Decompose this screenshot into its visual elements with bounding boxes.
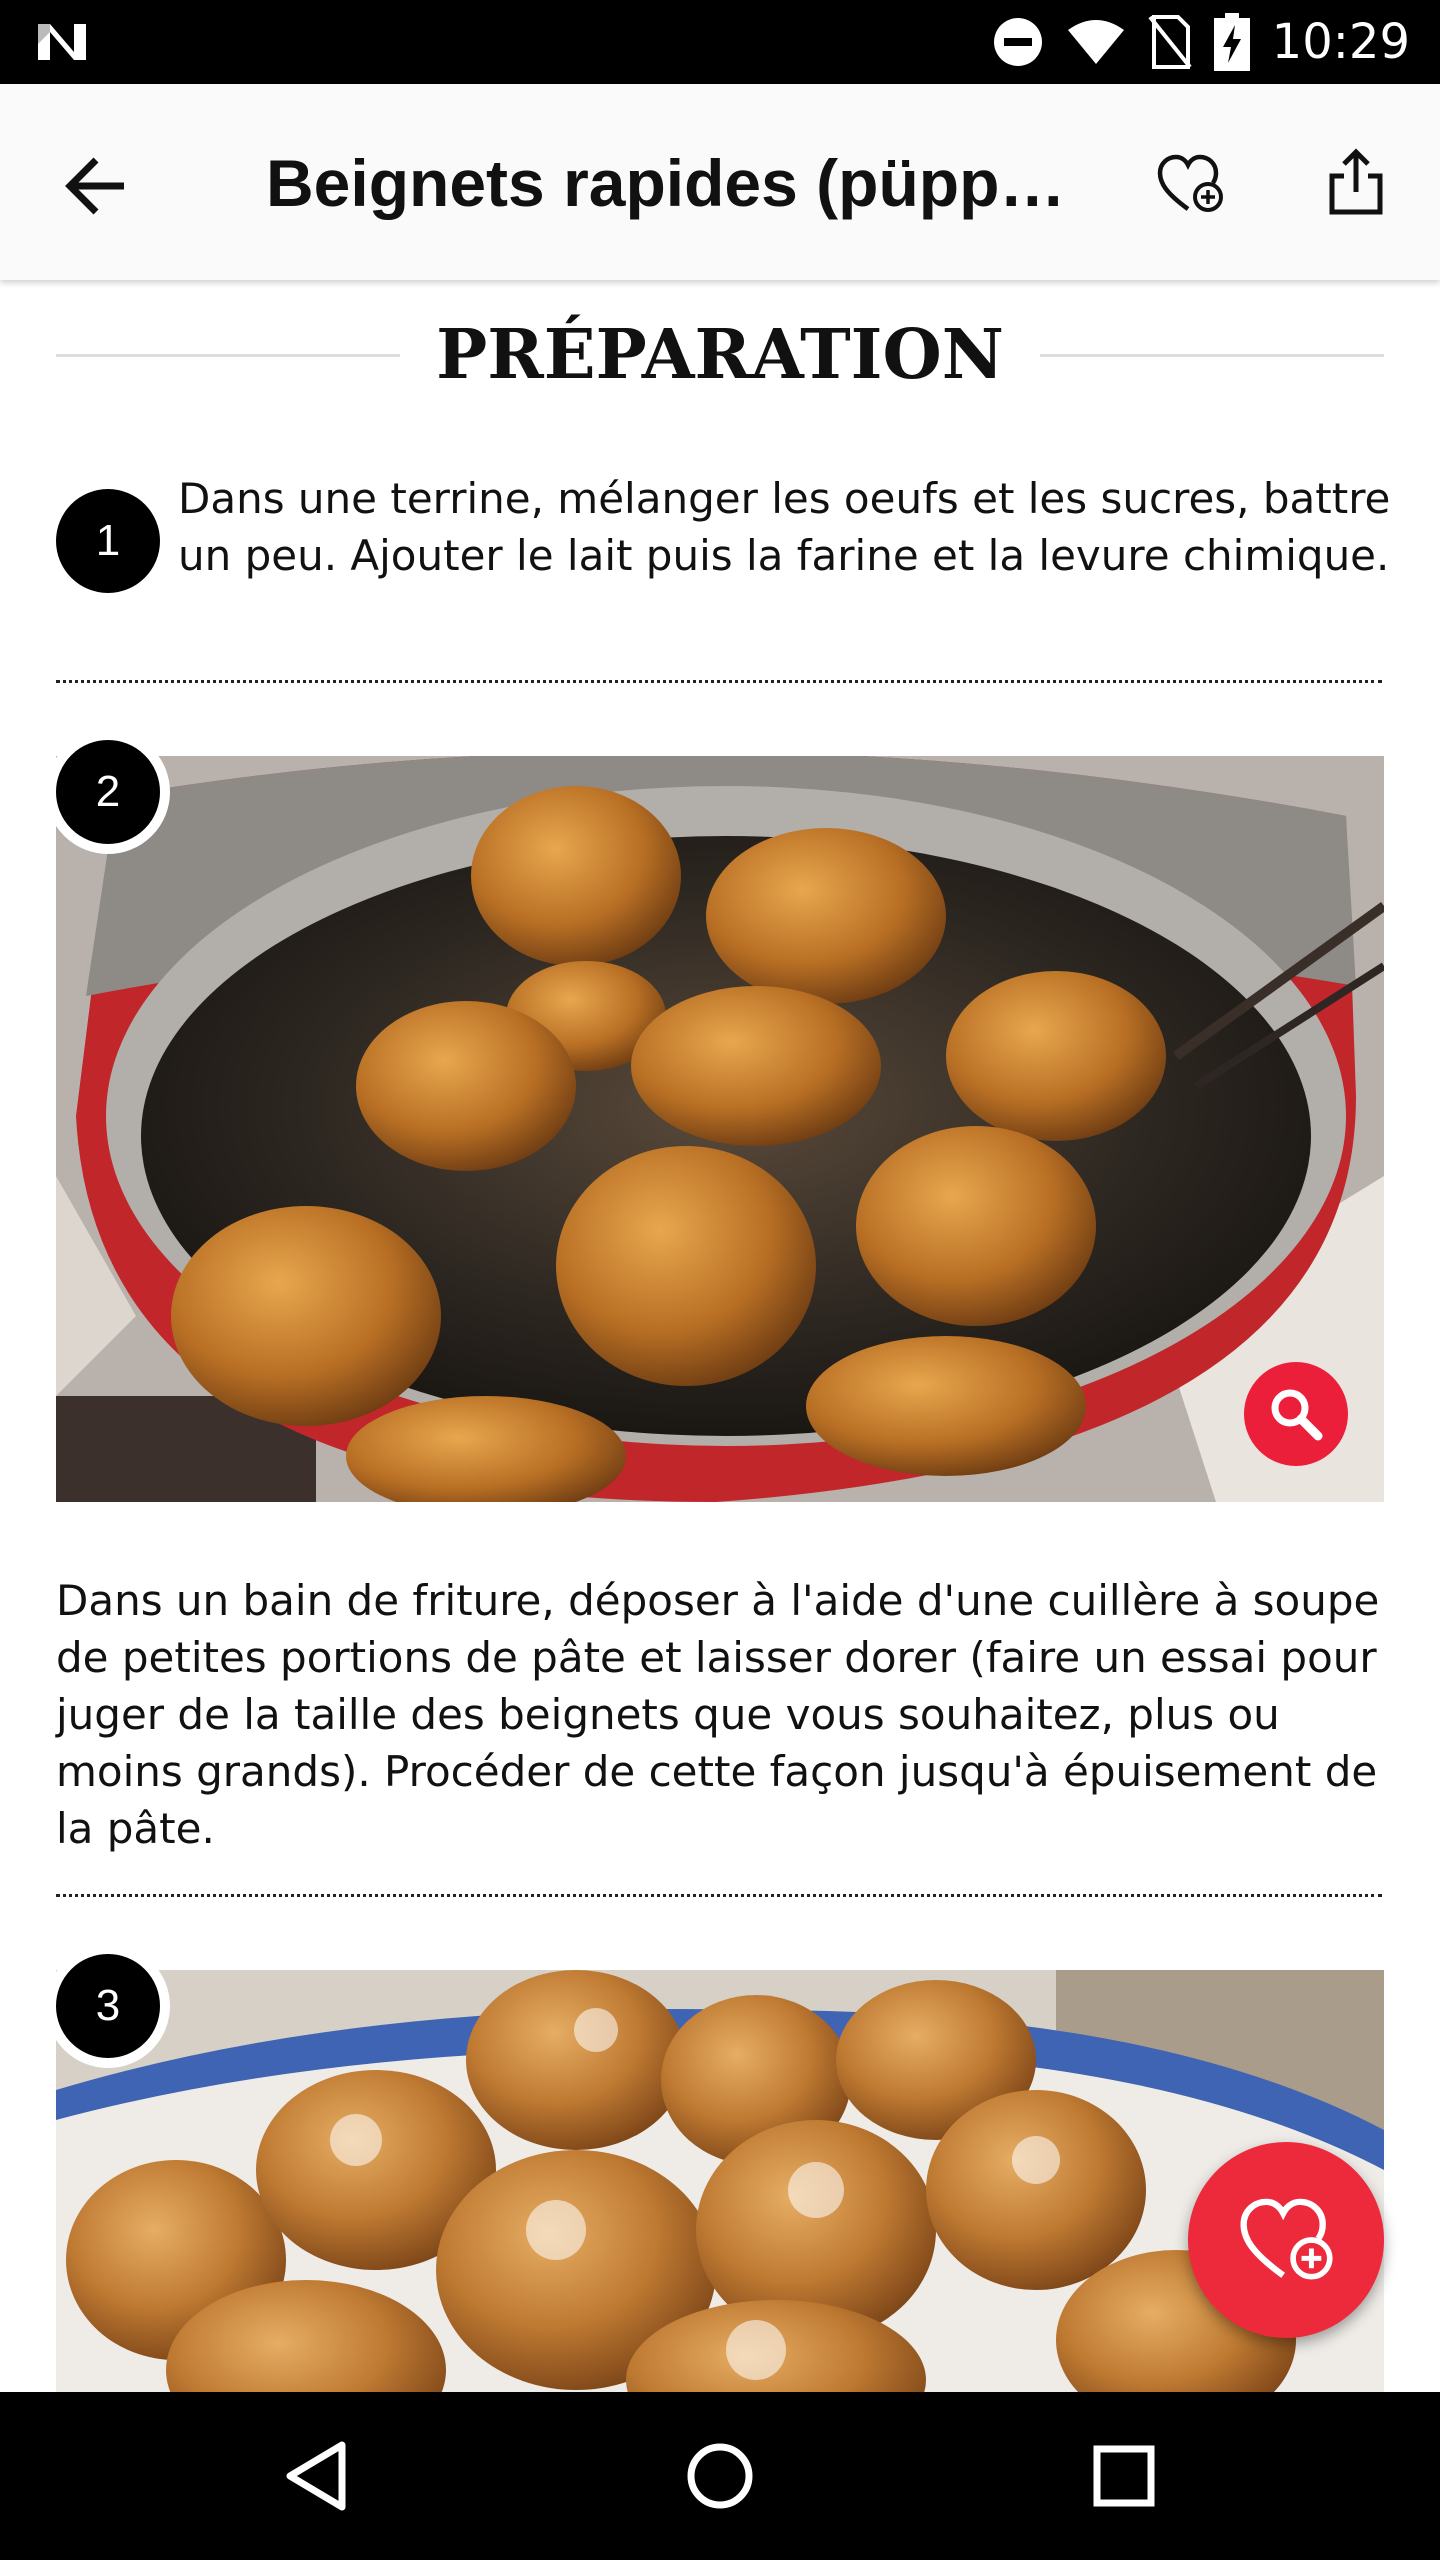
nav-back-button[interactable] [266, 2426, 366, 2526]
sugared-beignets-image [56, 1970, 1384, 2392]
page-title: Beignets rapides (püpper… [266, 146, 1096, 220]
home-circle-icon [687, 2443, 753, 2509]
step-photo[interactable] [56, 756, 1384, 1502]
step-number: 3 [46, 1944, 170, 2068]
back-triangle-icon [286, 2441, 346, 2511]
heading-rule-right [1039, 353, 1384, 357]
app-bar: Beignets rapides (püpper… [0, 84, 1440, 280]
favorite-fab[interactable] [1188, 2142, 1384, 2338]
step-divider [56, 680, 1382, 683]
arrow-back-icon [65, 157, 124, 215]
back-button[interactable] [56, 146, 136, 226]
wifi-icon [1067, 20, 1124, 64]
nav-recents-button[interactable] [1074, 2426, 1174, 2526]
magnifier-icon [1271, 1389, 1323, 1441]
step-number: 1 [56, 489, 160, 593]
nav-home-button[interactable] [670, 2426, 770, 2526]
step-divider [56, 1894, 1382, 1897]
heading-rule-left [56, 353, 401, 357]
battery-charging-icon [1213, 13, 1250, 71]
recents-square-icon [1093, 2445, 1155, 2507]
step-number: 2 [46, 730, 170, 854]
section-heading: PRÉPARATION [56, 310, 1384, 400]
share-icon [1329, 148, 1383, 215]
step-text: Dans un bain de friture, déposer à l'aid… [56, 1576, 1380, 1853]
system-nav-bar [0, 2392, 1440, 2560]
zoom-button[interactable] [1244, 1362, 1348, 1466]
share-button[interactable] [1316, 140, 1396, 224]
frying-beignets-image [56, 756, 1384, 1502]
step-text: Dans une terrine, mélanger les oeufs et … [178, 474, 1391, 580]
heart-plus-icon [1157, 154, 1223, 212]
add-favorite-button[interactable] [1150, 144, 1230, 224]
heart-plus-icon [1240, 2198, 1333, 2280]
status-bar: 10:29 [0, 0, 1440, 84]
dnd-icon [993, 18, 1042, 66]
clock: 10:29 [1271, 14, 1410, 70]
notification-n-icon [38, 24, 86, 60]
no-sim-icon [1148, 15, 1192, 69]
step-photo[interactable] [56, 1970, 1384, 2392]
section-title: PRÉPARATION [436, 315, 1004, 395]
